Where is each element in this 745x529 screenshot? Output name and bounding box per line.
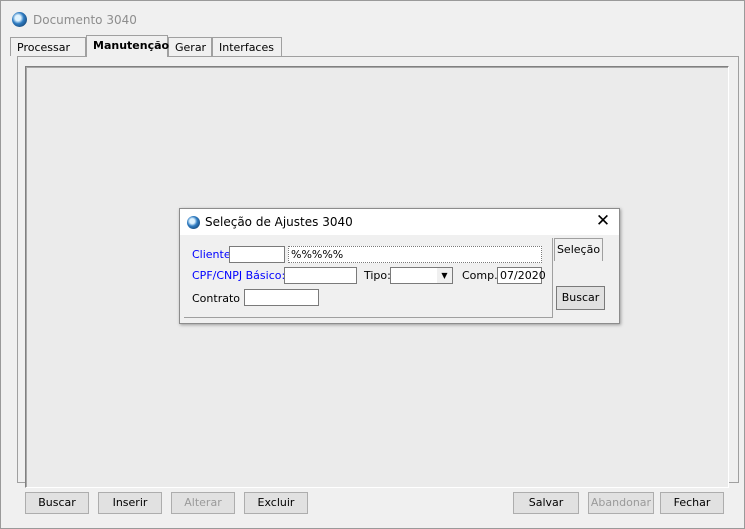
dialog-title-bar: Seleção de Ajustes 3040 ✕ [180, 209, 619, 235]
buscar-button[interactable]: Buscar [25, 492, 89, 514]
app-globe-icon [12, 12, 27, 27]
cpf-cnpj-label: CPF/CNPJ Básico: [192, 269, 286, 282]
tab-processar[interactable]: Processar [10, 37, 86, 56]
close-icon[interactable]: ✕ [595, 212, 611, 230]
tab-manutencao[interactable]: Manutenção [86, 35, 169, 57]
excluir-button[interactable]: Excluir [244, 492, 308, 514]
title-bar: Documento 3040 [1, 1, 743, 31]
tipo-label: Tipo: [364, 269, 391, 282]
comp-label: Comp.: [462, 269, 502, 282]
tab-gerar[interactable]: Gerar [168, 37, 212, 56]
abandonar-button[interactable]: Abandonar [588, 492, 654, 514]
cliente-label: Cliente: [192, 248, 235, 261]
contrato-label: Contrato [192, 292, 241, 305]
cpf-cnpj-field[interactable] [284, 267, 357, 284]
contrato-field[interactable] [244, 289, 319, 306]
tab-interfaces[interactable]: Interfaces [212, 37, 282, 56]
window-title: Documento 3040 [33, 13, 137, 27]
dialog-buscar-button[interactable]: Buscar [556, 286, 605, 310]
alterar-button[interactable]: Alterar [171, 492, 235, 514]
app-globe-icon [187, 216, 200, 229]
dialog-title: Seleção de Ajustes 3040 [205, 215, 353, 229]
inserir-button[interactable]: Inserir [98, 492, 162, 514]
cliente-code-field[interactable] [229, 246, 285, 263]
tipo-select[interactable]: ▼ [390, 267, 453, 284]
chevron-down-icon: ▼ [437, 268, 452, 283]
fechar-button[interactable]: Fechar [660, 492, 724, 514]
cliente-name-field[interactable]: %%%%% [288, 246, 542, 263]
salvar-button[interactable]: Salvar [513, 492, 579, 514]
selecao-button[interactable]: Seleção [554, 238, 603, 261]
comp-field[interactable]: 07/2020 [497, 267, 546, 284]
selecao-dialog: Seleção de Ajustes 3040 ✕ Cliente: %%%%%… [179, 208, 620, 324]
